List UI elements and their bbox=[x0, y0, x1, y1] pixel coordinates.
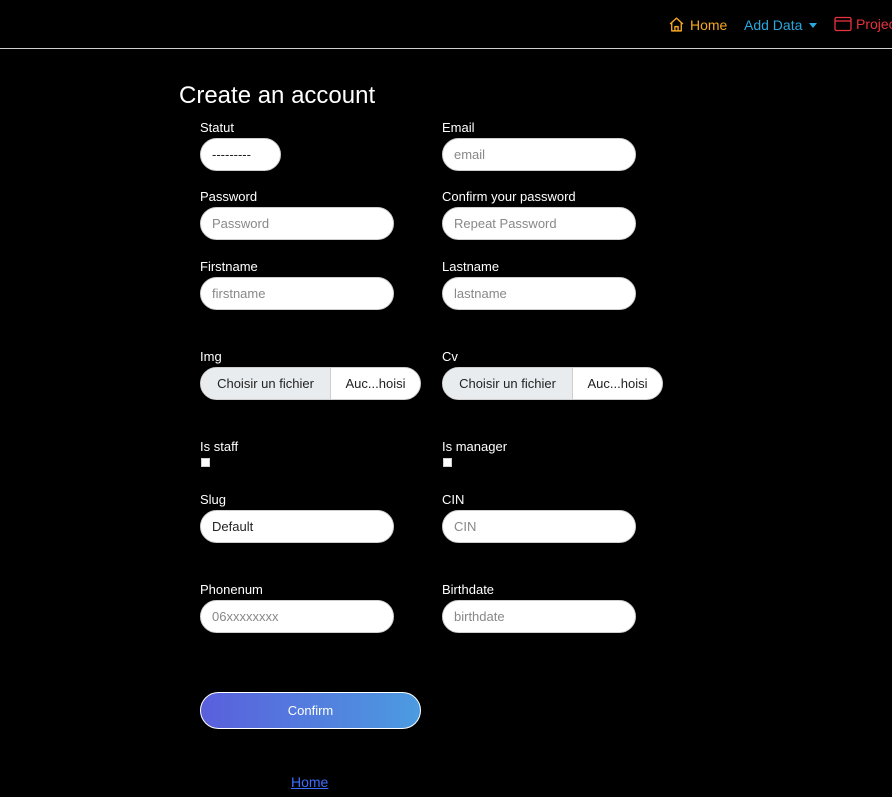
home-icon bbox=[669, 17, 684, 32]
home-link[interactable]: Home bbox=[291, 774, 328, 790]
confirm-password-label: Confirm your password bbox=[442, 189, 576, 204]
nav-home-label: Home bbox=[690, 16, 728, 33]
img-file-input[interactable]: Choisir un fichier Auc...hoisi bbox=[200, 367, 421, 400]
window-icon bbox=[834, 16, 852, 32]
statut-select[interactable]: --------- bbox=[200, 138, 281, 171]
phonenum-field[interactable] bbox=[200, 600, 394, 633]
nav-add-data-dropdown[interactable]: Add Data bbox=[744, 17, 818, 33]
img-choose-file-button[interactable]: Choisir un fichier bbox=[201, 368, 331, 399]
caret-down-icon bbox=[809, 22, 818, 28]
lastname-label: Lastname bbox=[442, 259, 500, 274]
firstname-label: Firstname bbox=[200, 259, 258, 274]
confirm-button[interactable]: Confirm bbox=[200, 692, 421, 729]
is-manager-label: Is manager bbox=[442, 439, 508, 454]
cv-label: Cv bbox=[442, 349, 458, 364]
cv-file-input[interactable]: Choisir un fichier Auc...hoisi bbox=[442, 367, 663, 400]
nav-home-link[interactable]: Home bbox=[668, 16, 727, 33]
page-title: Create an account bbox=[179, 82, 376, 109]
slug-label: Slug bbox=[200, 492, 227, 507]
birthdate-label: Birthdate bbox=[442, 582, 495, 597]
img-label: Img bbox=[200, 349, 222, 364]
navbar: Home Add Data Projects bbox=[0, 0, 892, 49]
lastname-field[interactable] bbox=[442, 277, 636, 310]
password-field[interactable] bbox=[200, 207, 394, 240]
cv-file-name: Auc...hoisi bbox=[587, 376, 648, 391]
cv-choose-file-button[interactable]: Choisir un fichier bbox=[443, 368, 573, 399]
nav-projects-label: Projects bbox=[856, 16, 892, 32]
cin-label: CIN bbox=[442, 492, 465, 507]
is-manager-checkbox[interactable] bbox=[443, 458, 452, 467]
is-staff-checkbox[interactable] bbox=[201, 458, 210, 467]
birthdate-field[interactable] bbox=[442, 600, 636, 633]
confirm-password-field[interactable] bbox=[442, 207, 636, 240]
img-file-name: Auc...hoisi bbox=[345, 376, 406, 391]
nav-projects-link[interactable]: Projects bbox=[834, 16, 892, 32]
email-field[interactable] bbox=[442, 138, 636, 171]
slug-field[interactable] bbox=[200, 510, 394, 543]
statut-label: Statut bbox=[200, 120, 234, 135]
nav-add-data-label: Add Data bbox=[744, 17, 803, 33]
phonenum-label: Phonenum bbox=[200, 582, 263, 597]
cin-field[interactable] bbox=[442, 510, 636, 543]
firstname-field[interactable] bbox=[200, 277, 394, 310]
is-staff-label: Is staff bbox=[200, 439, 239, 454]
password-label: Password bbox=[200, 189, 258, 204]
email-label: Email bbox=[442, 120, 475, 135]
